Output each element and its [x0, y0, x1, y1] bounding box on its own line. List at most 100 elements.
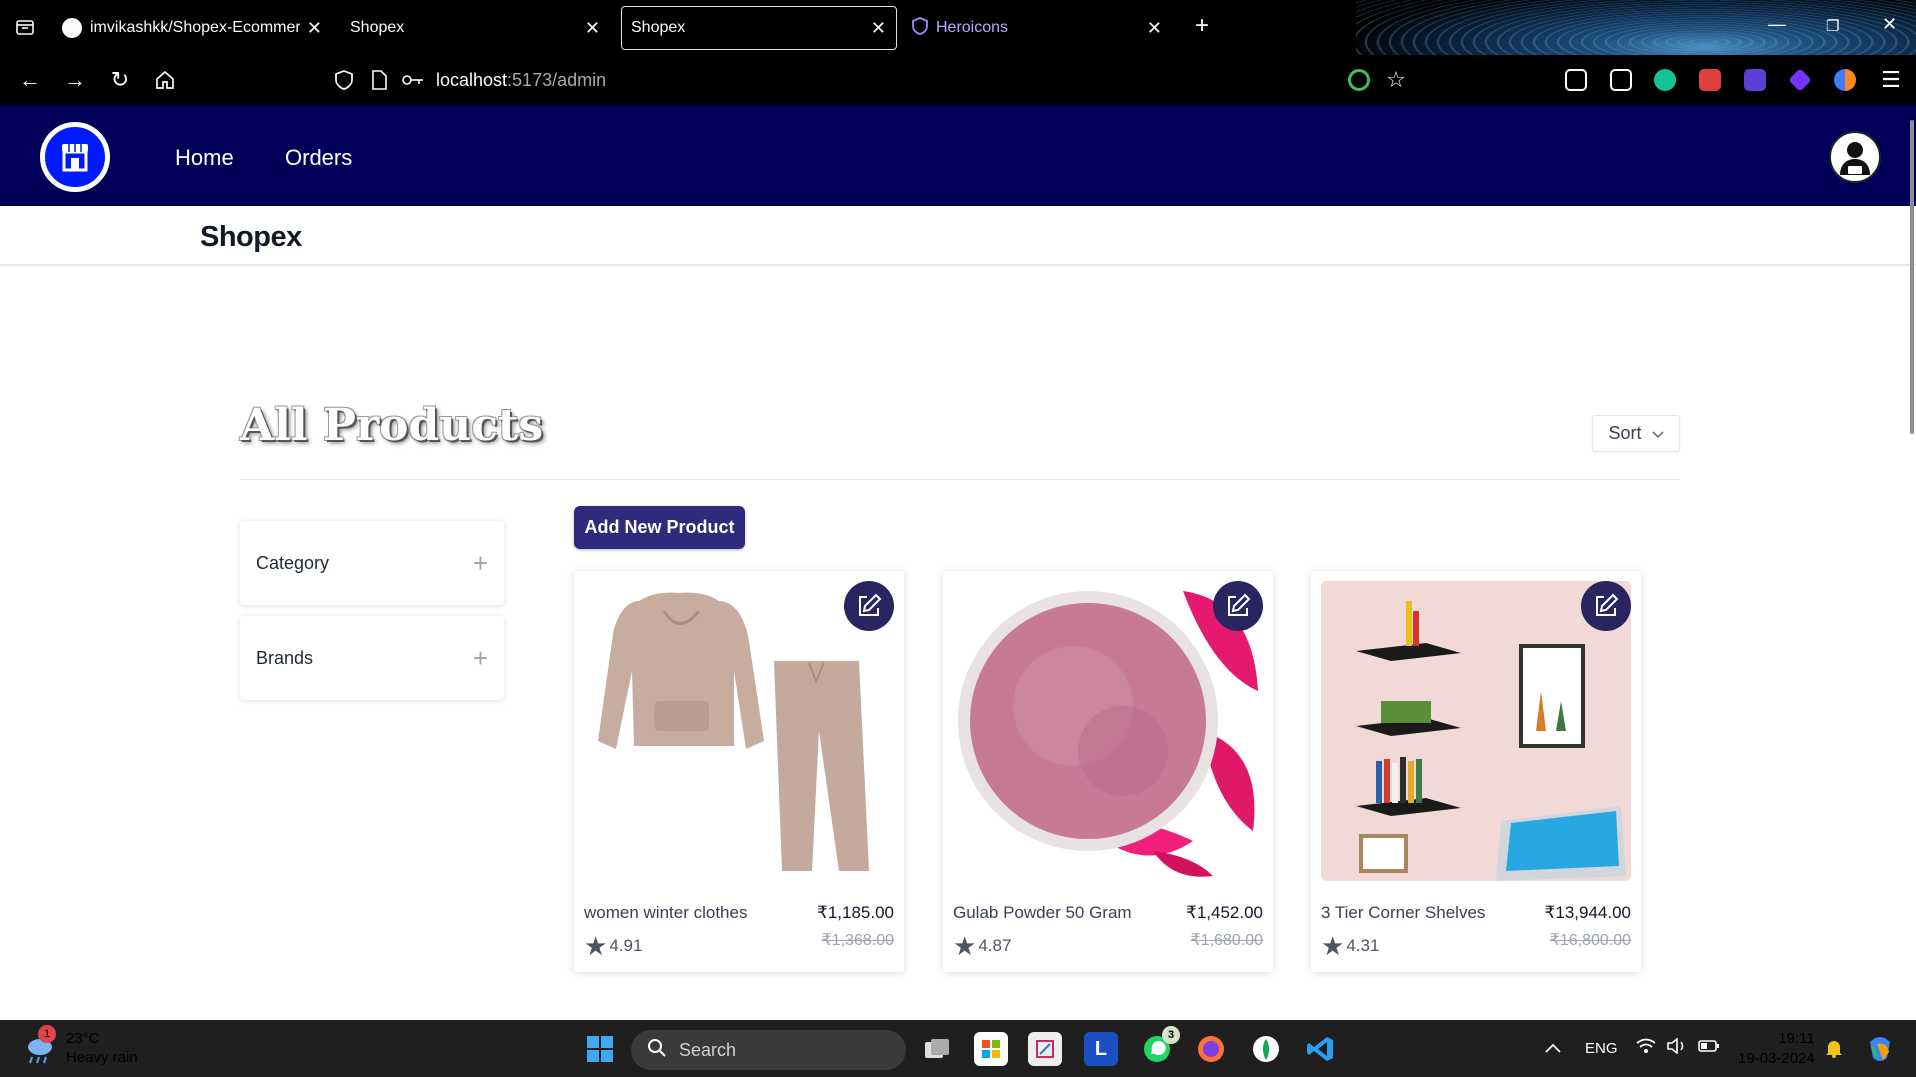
- extensions-puzzle-icon[interactable]: [1610, 69, 1632, 91]
- product-card[interactable]: Gulab Powder 50 Gram ₹1,452.00 ₹1,680.00…: [943, 571, 1273, 972]
- tab-github[interactable]: imvikashkk/Shopex-Ecommerce ✕: [62, 6, 324, 50]
- product-old-price: ₹1,368.00: [821, 932, 894, 949]
- extension-orange-icon[interactable]: [1834, 69, 1856, 91]
- windows-start-icon[interactable]: [583, 1032, 617, 1066]
- copilot-icon[interactable]: [1865, 1034, 1895, 1068]
- menu-icon[interactable]: ☰: [1876, 65, 1906, 95]
- pencil-square-icon: [1596, 593, 1619, 616]
- volume-icon[interactable]: [1667, 1037, 1689, 1058]
- whatsapp-icon[interactable]: 3: [1140, 1026, 1180, 1066]
- tray-overflow-icon[interactable]: [1545, 1040, 1561, 1057]
- extension-red-icon[interactable]: [1699, 69, 1721, 91]
- close-tab-icon[interactable]: ✕: [871, 18, 886, 39]
- product-image[interactable]: [953, 581, 1263, 881]
- url-path: :5173/admin: [507, 70, 607, 90]
- weather-rain-icon: 1: [22, 1025, 56, 1065]
- product-rating: ★ 4.91: [584, 933, 642, 959]
- weather-temp: 23°C: [66, 1030, 100, 1047]
- taskbar-clock[interactable]: 19:11 19-03-2024: [1738, 1029, 1815, 1069]
- home-icon[interactable]: [150, 65, 180, 95]
- brand-title: Shopex: [200, 221, 302, 253]
- edit-product-button[interactable]: [1581, 581, 1631, 631]
- product-card[interactable]: 3 Tier Corner Shelves ₹13,944.00 ₹16,800…: [1311, 571, 1641, 972]
- sort-label: Sort: [1608, 423, 1642, 443]
- taskbar-search[interactable]: Search: [631, 1030, 906, 1070]
- product-name[interactable]: Gulab Powder 50 Gram: [953, 903, 1132, 923]
- rating-value: 4.31: [1346, 936, 1380, 955]
- nav-orders[interactable]: Orders: [285, 145, 352, 171]
- bookmark-star-icon[interactable]: ☆: [1381, 65, 1411, 95]
- filter-label: Category: [256, 552, 330, 573]
- product-name[interactable]: 3 Tier Corner Shelves: [1321, 903, 1485, 923]
- user-avatar[interactable]: [1829, 131, 1881, 183]
- page-title: All Products: [240, 400, 544, 451]
- app-l-icon[interactable]: L: [1084, 1032, 1118, 1066]
- product-rating: ★ 4.87: [953, 933, 1011, 959]
- filter-brands[interactable]: Brands +: [240, 616, 504, 700]
- plus-icon[interactable]: +: [473, 548, 488, 579]
- search-icon: [647, 1038, 667, 1063]
- page-icon[interactable]: [364, 65, 394, 95]
- notification-badge: 1: [38, 1025, 56, 1043]
- key-icon[interactable]: [398, 65, 428, 95]
- shield-icon: [912, 16, 928, 40]
- extension-purple-icon[interactable]: [1744, 69, 1766, 91]
- close-tab-icon[interactable]: ✕: [307, 18, 322, 39]
- search-label: Search: [679, 1039, 737, 1060]
- reload-icon[interactable]: ↻: [105, 65, 135, 95]
- language-indicator[interactable]: ENG: [1585, 1040, 1618, 1057]
- close-tab-icon[interactable]: ✕: [585, 18, 600, 39]
- pocket-icon[interactable]: [1565, 69, 1587, 91]
- extension-target-icon[interactable]: [1348, 69, 1370, 91]
- minimize-icon[interactable]: —: [1768, 14, 1786, 35]
- nav-home[interactable]: Home: [175, 145, 234, 171]
- tab-label: Shopex: [631, 19, 686, 36]
- microsoft-store-icon[interactable]: [974, 1032, 1008, 1066]
- new-tab-icon[interactable]: +: [1195, 12, 1209, 40]
- filter-category[interactable]: Category +: [240, 521, 504, 605]
- product-name[interactable]: women winter clothes: [584, 903, 747, 923]
- wifi-icon[interactable]: [1636, 1038, 1656, 1058]
- rating-value: 4.87: [978, 936, 1012, 955]
- tracking-shield-icon[interactable]: [329, 65, 359, 95]
- page-scrollbar[interactable]: [1910, 120, 1914, 434]
- product-price: ₹13,944.00: [1544, 903, 1631, 922]
- close-tab-icon[interactable]: ✕: [1147, 18, 1162, 39]
- product-image[interactable]: [584, 581, 894, 881]
- mongodb-compass-icon[interactable]: [1249, 1032, 1283, 1066]
- tab-shopex-1[interactable]: Shopex ✕: [340, 6, 610, 50]
- address-bar[interactable]: localhost:5173/admin: [436, 70, 606, 91]
- product-image[interactable]: [1321, 581, 1631, 881]
- tab-overview-icon[interactable]: [10, 12, 40, 42]
- product-price: ₹1,452.00: [1186, 903, 1263, 922]
- weather-widget[interactable]: 1 23°C Heavy rain: [22, 1025, 138, 1067]
- product-card[interactable]: women winter clothes ₹1,185.00 ₹1,368.00…: [574, 571, 904, 972]
- plus-icon[interactable]: +: [473, 643, 488, 674]
- task-view-icon[interactable]: [920, 1032, 954, 1066]
- restore-icon[interactable]: ❐: [1826, 17, 1839, 35]
- edit-product-button[interactable]: [844, 581, 894, 631]
- sort-dropdown[interactable]: Sort: [1592, 415, 1680, 452]
- forward-icon[interactable]: →: [60, 65, 90, 95]
- tab-heroicons[interactable]: Heroicons ✕: [912, 6, 1172, 50]
- close-window-icon[interactable]: ✕: [1882, 14, 1897, 35]
- add-new-product-button[interactable]: Add New Product: [574, 506, 745, 549]
- weather-desc: Heavy rain: [66, 1049, 138, 1066]
- battery-icon[interactable]: [1698, 1039, 1720, 1057]
- star-icon: ★: [953, 931, 977, 961]
- filter-label: Brands: [256, 647, 314, 668]
- snipping-tool-icon[interactable]: [1028, 1032, 1062, 1066]
- grammarly-icon[interactable]: [1654, 69, 1676, 91]
- edit-product-button[interactable]: [1213, 581, 1263, 631]
- clock-date: 19-03-2024: [1738, 1050, 1815, 1067]
- product-price: ₹1,185.00: [817, 903, 894, 922]
- notification-bell-icon[interactable]: [1825, 1038, 1843, 1062]
- vscode-icon[interactable]: [1304, 1032, 1338, 1066]
- github-icon: [62, 18, 82, 38]
- star-icon: ★: [584, 931, 608, 961]
- back-icon[interactable]: ←: [15, 65, 45, 95]
- firefox-icon[interactable]: [1194, 1032, 1228, 1066]
- tab-shopex-active[interactable]: Shopex ✕: [621, 6, 897, 50]
- url-host: localhost: [436, 70, 508, 90]
- store-logo-icon[interactable]: [40, 122, 110, 192]
